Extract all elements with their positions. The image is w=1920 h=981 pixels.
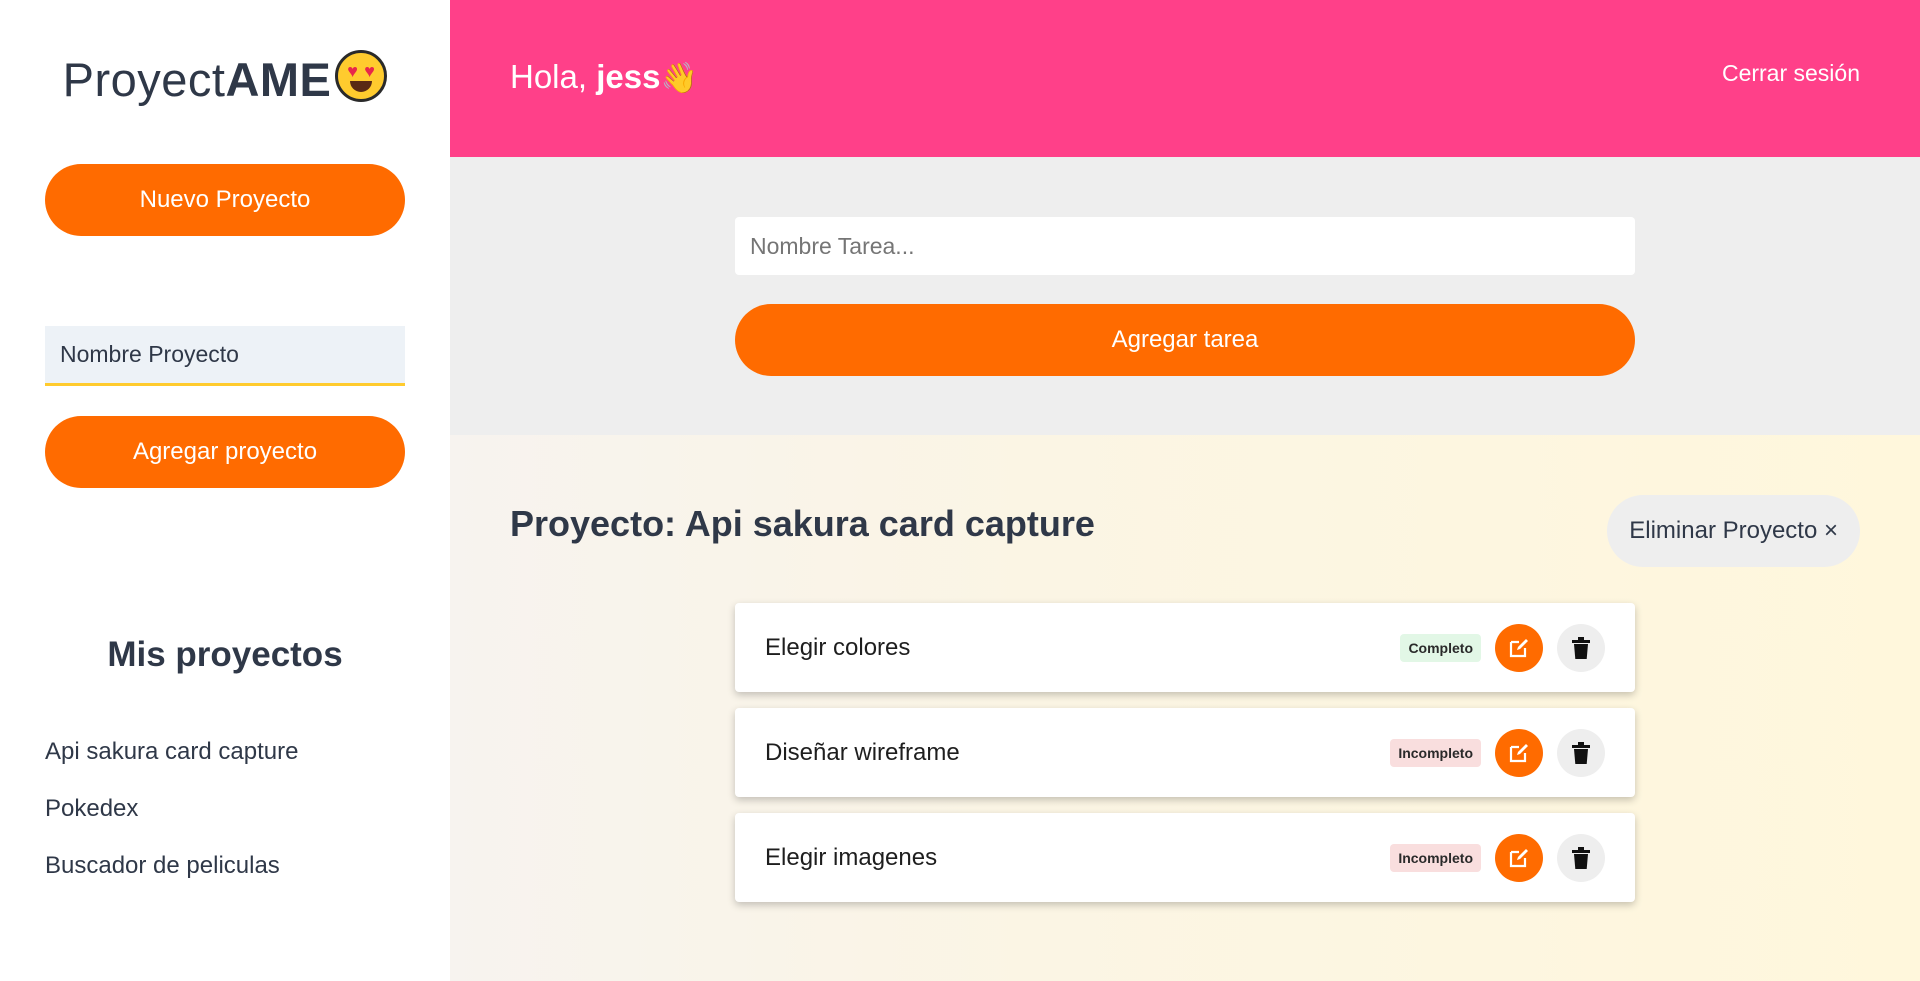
edit-task-button[interactable] (1495, 833, 1543, 882)
tasks-area: Proyecto: Api sakura card capture Elimin… (450, 435, 1920, 981)
project-list-item[interactable]: Api sakura card capture (45, 735, 298, 792)
user-name: jess (596, 58, 661, 95)
task-item: Elegir colores Completo (735, 603, 1635, 692)
edit-task-button[interactable] (1495, 623, 1543, 672)
brand-bold: AME (225, 53, 332, 106)
status-badge[interactable]: Completo (1400, 633, 1481, 662)
logout-button[interactable]: Cerrar sesión (1722, 60, 1860, 87)
task-name: Diseñar wireframe (765, 739, 960, 766)
task-item: Diseñar wireframe Incompleto (735, 708, 1635, 797)
trash-icon (1572, 636, 1590, 659)
my-projects-title: Mis proyectos (107, 635, 343, 674)
edit-icon (1509, 743, 1528, 762)
project-list: Api sakura card capture Pokedex Buscador… (45, 735, 298, 906)
delete-project-button[interactable]: Eliminar Proyecto × (1607, 495, 1860, 567)
app: ProyectAME♥♥ Nuevo Proyecto Agregar proy… (0, 0, 1920, 981)
task-item: Elegir imagenes Incompleto (735, 813, 1635, 902)
brand-light: Proyect (62, 53, 226, 106)
delete-task-button[interactable] (1557, 833, 1605, 882)
status-badge[interactable]: Incompleto (1390, 738, 1481, 767)
greeting: Hola, jess👋 (510, 58, 698, 96)
delete-task-button[interactable] (1557, 728, 1605, 777)
edit-icon (1509, 638, 1528, 657)
project-list-item[interactable]: Pokedex (45, 792, 298, 849)
project-name-input[interactable] (45, 326, 405, 386)
status-badge[interactable]: Incompleto (1390, 843, 1481, 872)
task-actions: Incompleto (1390, 813, 1605, 902)
top-bar: Hola, jess👋 Cerrar sesión (450, 0, 1920, 157)
project-list-item[interactable]: Buscador de peliculas (45, 849, 298, 906)
project-title: Proyecto: Api sakura card capture (510, 503, 1095, 544)
trash-icon (1572, 846, 1590, 869)
new-project-button[interactable]: Nuevo Proyecto (45, 164, 405, 236)
delete-task-button[interactable] (1557, 623, 1605, 672)
task-actions: Completo (1400, 603, 1605, 692)
edit-icon (1509, 848, 1528, 867)
task-name: Elegir colores (765, 634, 911, 661)
heart-eyes-emoji-icon: ♥ ♥ (335, 50, 388, 102)
task-name-input[interactable] (735, 217, 1635, 275)
edit-task-button[interactable] (1495, 728, 1543, 777)
task-name: Elegir imagenes (765, 844, 938, 871)
sidebar: ProyectAME♥♥ Nuevo Proyecto Agregar proy… (0, 0, 450, 981)
task-form: Agregar tarea (450, 157, 1920, 435)
waving-hand-icon: 👋 (660, 62, 698, 95)
task-actions: Incompleto (1390, 708, 1605, 797)
task-list: Elegir colores Completo Diseñar wirefram… (735, 603, 1635, 918)
add-task-button[interactable]: Agregar tarea (735, 304, 1635, 376)
main-content: Hola, jess👋 Cerrar sesión Agregar tarea … (450, 0, 1920, 981)
greeting-prefix: Hola, (510, 58, 588, 95)
brand-logo: ProyectAME ♥ ♥ (0, 50, 450, 107)
trash-icon (1572, 741, 1590, 764)
add-project-button[interactable]: Agregar proyecto (45, 416, 405, 488)
